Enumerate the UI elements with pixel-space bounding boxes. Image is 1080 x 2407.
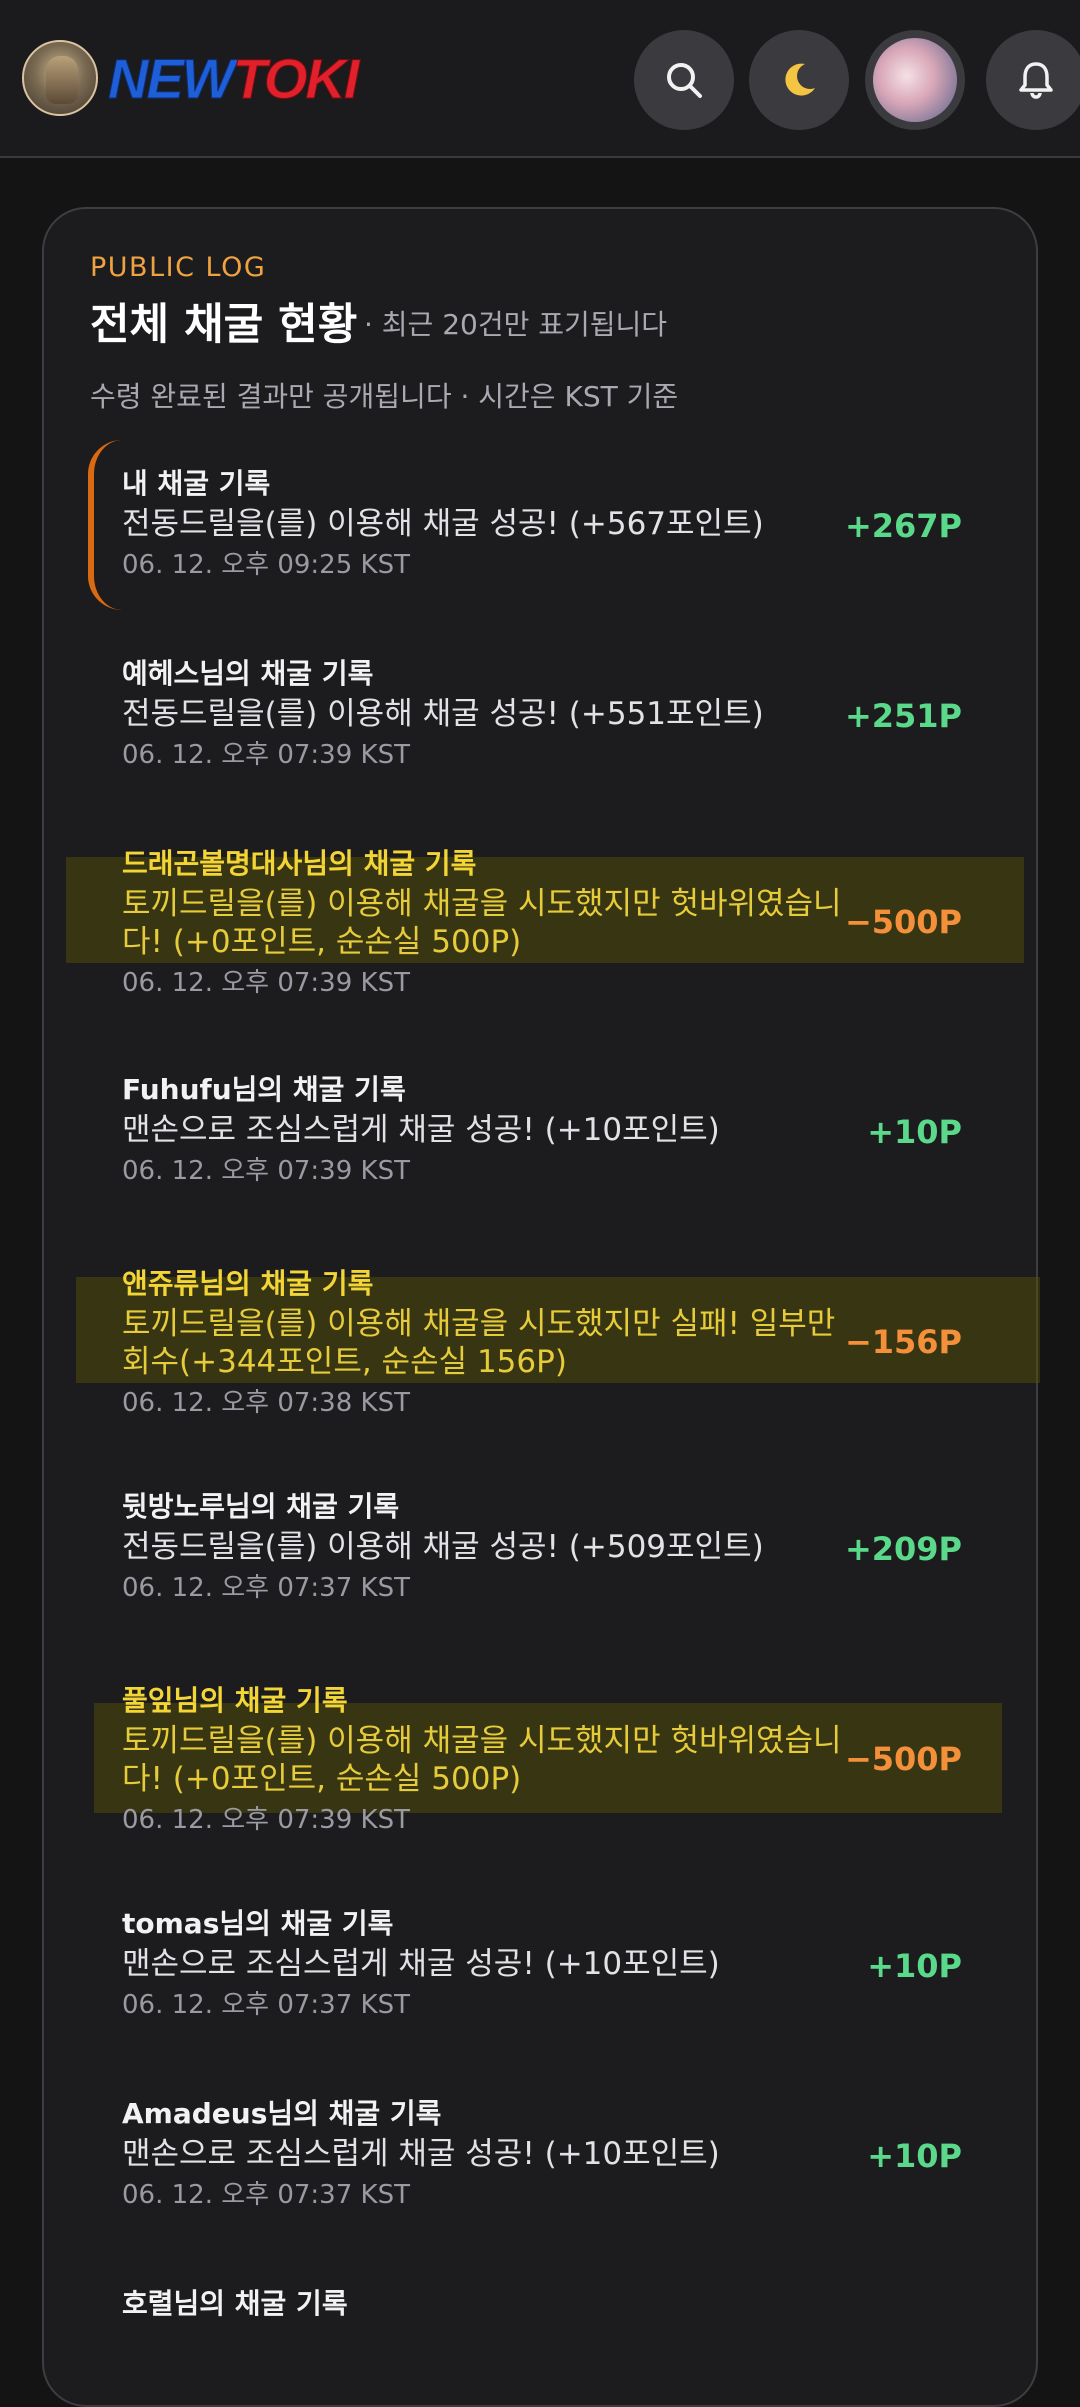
logo-text-new: NEW bbox=[108, 47, 236, 111]
entry-points: −156P bbox=[844, 1323, 962, 1361]
search-icon bbox=[667, 63, 702, 98]
entry-time: 06. 12. 오후 07:39 KST bbox=[122, 1805, 410, 1835]
theme-toggle-button[interactable] bbox=[749, 30, 849, 130]
entry-message: 전동드릴을(를) 이용해 채굴 성공! (+509포인트) bbox=[122, 1529, 764, 1565]
entry-message: 토끼드릴을(를) 이용해 채굴을 시도했지만 실패! 일부만 회수(+344포인… bbox=[122, 1306, 836, 1380]
log-subtitle: 수령 완료된 결과만 공개됩니다 · 시간은 KST 기준 bbox=[90, 380, 679, 413]
search-button[interactable] bbox=[634, 30, 734, 130]
entry-message: 맨손으로 조심스럽게 채굴 성공! (+10포인트) bbox=[122, 1112, 720, 1148]
entry-message: 맨손으로 조심스럽게 채굴 성공! (+10포인트) bbox=[122, 2136, 720, 2172]
entry-message: 전동드릴을(를) 이용해 채굴 성공! (+551포인트) bbox=[122, 696, 764, 732]
entry-points: +267P bbox=[844, 507, 962, 545]
entry-message: 맨손으로 조심스럽게 채굴 성공! (+10포인트) bbox=[122, 1946, 720, 1982]
entry-title: tomas님의 채굴 기록 bbox=[122, 1907, 394, 1940]
entry-points: +10P bbox=[867, 2137, 962, 2175]
list-item: 내 채굴 기록 전동드릴을(를) 이용해 채굴 성공! (+567포인트) 06… bbox=[122, 465, 962, 583]
notifications-button[interactable] bbox=[986, 30, 1080, 130]
list-item: Amadeus님의 채굴 기록 맨손으로 조심스럽게 채굴 성공! (+10포인… bbox=[122, 2095, 962, 2213]
list-item: 뒷방노루님의 채굴 기록 전동드릴을(를) 이용해 채굴 성공! (+509포인… bbox=[122, 1488, 962, 1606]
entry-points: +209P bbox=[844, 1530, 962, 1568]
entry-time: 06. 12. 오후 07:37 KST bbox=[122, 2180, 410, 2210]
entry-time: 06. 12. 오후 07:38 KST bbox=[122, 1388, 410, 1418]
entry-title: 뒷방노루님의 채굴 기록 bbox=[122, 1490, 400, 1523]
entry-title: 내 채굴 기록 bbox=[122, 467, 271, 500]
moon-icon bbox=[785, 63, 815, 96]
entry-message: 토끼드릴을(를) 이용해 채굴을 시도했지만 헛바위였습니다! (+0포인트, … bbox=[122, 886, 842, 960]
entry-message: 전동드릴을(를) 이용해 채굴 성공! (+567포인트) bbox=[122, 506, 764, 542]
list-item: Fuhufu님의 채굴 기록 맨손으로 조심스럽게 채굴 성공! (+10포인트… bbox=[122, 1071, 962, 1189]
entry-time: 06. 12. 오후 07:39 KST bbox=[122, 1156, 410, 1186]
entry-time: 06. 12. 오후 07:37 KST bbox=[122, 1573, 410, 1603]
entry-points: +10P bbox=[867, 1113, 962, 1151]
entry-title: 예헤스님의 채굴 기록 bbox=[122, 657, 374, 690]
list-item: 드래곤볼명대사님의 채굴 기록 토끼드릴을(를) 이용해 채굴을 시도했지만 헛… bbox=[122, 845, 962, 1001]
entry-time: 06. 12. 오후 07:39 KST bbox=[122, 968, 410, 998]
entry-title: Amadeus님의 채굴 기록 bbox=[122, 2097, 442, 2130]
list-item: 풀잎님의 채굴 기록 토끼드릴을(를) 이용해 채굴을 시도했지만 헛바위였습니… bbox=[122, 1682, 962, 1838]
site-logo[interactable]: NEWTOKI bbox=[108, 44, 360, 114]
entry-time: 06. 12. 오후 07:39 KST bbox=[122, 740, 410, 770]
list-item: 호렬님의 채굴 기록 bbox=[122, 2285, 962, 2323]
entry-title: 드래곤볼명대사님의 채굴 기록 bbox=[122, 847, 477, 880]
app-header: NEWTOKI bbox=[0, 0, 1080, 158]
page-title: 전체 채굴 현황 bbox=[90, 300, 358, 350]
entry-title: Fuhufu님의 채굴 기록 bbox=[122, 1073, 406, 1106]
profile-avatar bbox=[873, 38, 957, 122]
list-item: 앤쥬류님의 채굴 기록 토끼드릴을(를) 이용해 채굴을 시도했지만 실패! 일… bbox=[122, 1265, 962, 1421]
entry-points: +251P bbox=[844, 697, 962, 735]
list-item: tomas님의 채굴 기록 맨손으로 조심스럽게 채굴 성공! (+10포인트)… bbox=[122, 1905, 962, 2023]
entry-points: −500P bbox=[844, 903, 962, 941]
entry-title: 호렬님의 채굴 기록 bbox=[122, 2287, 348, 2320]
list-item: 예헤스님의 채굴 기록 전동드릴을(를) 이용해 채굴 성공! (+551포인트… bbox=[122, 655, 962, 773]
entry-title: 풀잎님의 채굴 기록 bbox=[122, 1684, 348, 1717]
entry-title: 앤쥬류님의 채굴 기록 bbox=[122, 1267, 374, 1300]
profile-button[interactable] bbox=[865, 30, 965, 130]
entry-points: +10P bbox=[867, 1947, 962, 1985]
site-logo-icon[interactable] bbox=[22, 40, 98, 116]
entry-time: 06. 12. 오후 09:25 KST bbox=[122, 550, 410, 580]
entry-message: 토끼드릴을(를) 이용해 채굴을 시도했지만 헛바위였습니다! (+0포인트, … bbox=[122, 1723, 842, 1797]
entry-time: 06. 12. 오후 07:37 KST bbox=[122, 1990, 410, 2020]
title-note: · 최근 20건만 표기됩니다 bbox=[364, 308, 668, 341]
logo-text-toki: TOKI bbox=[232, 47, 360, 111]
entry-points: −500P bbox=[844, 1740, 962, 1778]
log-eyebrow: PUBLIC LOG bbox=[90, 252, 267, 283]
bell-icon bbox=[1019, 62, 1053, 99]
